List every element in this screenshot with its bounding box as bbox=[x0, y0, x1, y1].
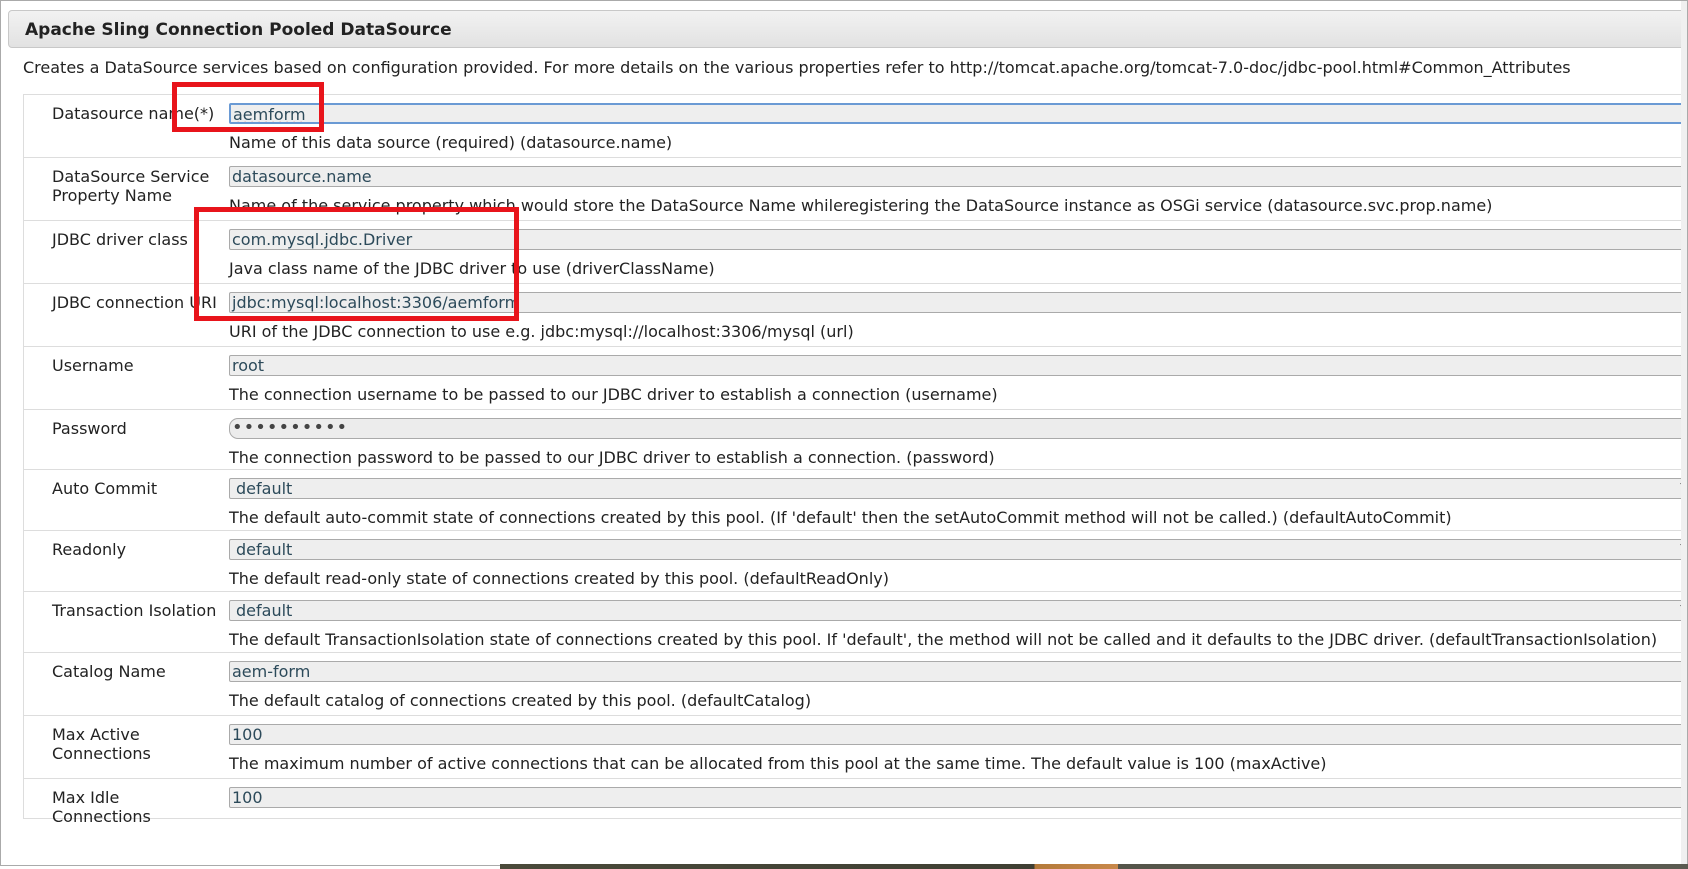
field-label: Password bbox=[52, 419, 127, 438]
select-field[interactable]: default▼ bbox=[229, 478, 1687, 499]
text-field[interactable]: 100 bbox=[229, 787, 1687, 808]
field-value: default bbox=[236, 540, 293, 559]
field-label: JDBC driver class bbox=[52, 230, 188, 249]
field-help-text: URI of the JDBC connection to use e.g. j… bbox=[229, 322, 854, 341]
form-row: Max Active Connections 100 The maximum num… bbox=[23, 716, 1687, 779]
field-label: Transaction Isolation bbox=[52, 601, 217, 620]
select-field[interactable]: default▼ bbox=[229, 539, 1687, 560]
field-label: Username bbox=[52, 356, 134, 375]
password-field[interactable]: •••••••••• bbox=[229, 418, 1687, 439]
field-value: datasource.name bbox=[232, 167, 372, 186]
field-label: Catalog Name bbox=[52, 662, 166, 681]
field-value: aem-form bbox=[232, 662, 311, 681]
dialog-title: Apache Sling Connection Pooled DataSourc… bbox=[25, 20, 452, 40]
field-help-text: The connection username to be passed to … bbox=[229, 385, 998, 404]
field-label: Max Idle Connections bbox=[52, 788, 151, 826]
field-value: root bbox=[232, 356, 265, 375]
field-help-text: The default auto-commit state of connect… bbox=[229, 508, 1452, 527]
text-field[interactable]: aemform bbox=[229, 103, 1687, 124]
field-label: JDBC connection URI bbox=[52, 293, 217, 312]
form-row: Readonly default▼ The default read-only st… bbox=[23, 531, 1687, 592]
text-field[interactable]: datasource.name bbox=[229, 166, 1687, 187]
select-field[interactable]: default▼ bbox=[229, 600, 1687, 621]
field-value: 100 bbox=[232, 788, 263, 807]
text-field[interactable]: root bbox=[229, 355, 1687, 376]
field-help-text: The connection password to be passed to … bbox=[229, 448, 995, 467]
background-strip bbox=[500, 864, 1688, 869]
field-label: Max Active Connections bbox=[52, 725, 151, 763]
field-help-text: Name of this data source (required) (dat… bbox=[229, 133, 673, 152]
field-help-text: The default TransactionIsolation state o… bbox=[229, 630, 1658, 649]
scrollbar[interactable] bbox=[1681, 1, 1687, 865]
form-row: Max Idle Connections 100 bbox=[23, 779, 1687, 826]
dialog-description: Creates a DataSource services based on c… bbox=[23, 58, 1571, 77]
field-help-text: The maximum number of active connections… bbox=[229, 754, 1327, 773]
form-row: Catalog Name aem-form The default catalog … bbox=[23, 653, 1687, 716]
config-form: Datasource name(*) aemform Name of this da… bbox=[23, 94, 1687, 826]
field-label: Readonly bbox=[52, 540, 127, 559]
field-value: default bbox=[236, 601, 293, 620]
field-help-text: The default read-only state of connectio… bbox=[229, 569, 889, 588]
field-value: default bbox=[236, 479, 293, 498]
dialog-titlebar[interactable]: Apache Sling Connection Pooled DataSourc… bbox=[8, 10, 1687, 48]
form-row: Auto Commit default▼ The default auto-comm… bbox=[23, 470, 1687, 531]
highlight-box-driver-and-uri bbox=[194, 207, 519, 321]
field-label: Auto Commit bbox=[52, 479, 158, 498]
field-value: 100 bbox=[232, 725, 263, 744]
form-row: Transaction Isolation default▼ The default… bbox=[23, 592, 1687, 653]
highlight-box-datasource-name bbox=[172, 82, 324, 132]
form-row: Username root The connection username to b… bbox=[23, 347, 1687, 410]
field-label: DataSource Service Property Name bbox=[52, 167, 210, 205]
form-row: Password •••••••••• The connection passwor… bbox=[23, 410, 1687, 470]
field-value: •••••••••• bbox=[232, 418, 349, 438]
text-field[interactable]: 100 bbox=[229, 724, 1687, 745]
field-help-text: The default catalog of connections creat… bbox=[229, 691, 812, 710]
text-field[interactable]: aem-form bbox=[229, 661, 1687, 682]
config-dialog: Apache Sling Connection Pooled DataSourc… bbox=[0, 0, 1688, 866]
